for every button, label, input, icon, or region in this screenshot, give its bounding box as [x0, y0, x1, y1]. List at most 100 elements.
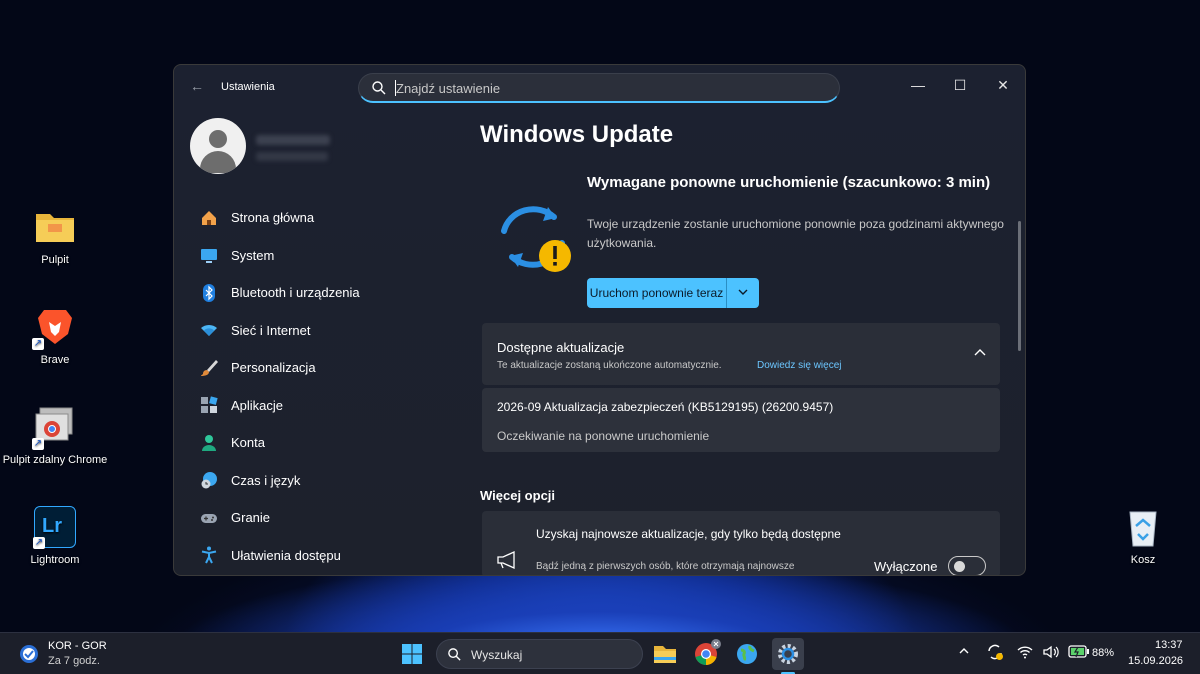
volume-icon[interactable] — [1043, 645, 1059, 662]
update-list-item: 2026-09 Aktualizacja zabezpieczeń (KB512… — [482, 388, 1000, 452]
sidebar-item-time-language[interactable]: Czas i język — [194, 462, 464, 500]
profile-email-redacted — [256, 152, 328, 161]
shortcut-arrow-icon: ↗ — [32, 338, 44, 350]
profile-name-redacted — [256, 135, 330, 145]
globe-app-icon — [737, 644, 757, 664]
weather-line-1[interactable]: KOR - GOR — [48, 640, 107, 652]
desktop-icon-lightroom[interactable]: Lr ↗ Lightroom — [0, 506, 110, 566]
option-state-label: Wyłączone — [874, 559, 938, 574]
sidebar-item-accounts[interactable]: Konta — [194, 424, 464, 462]
avatar-body — [200, 151, 236, 173]
content-scrollbar[interactable] — [1018, 221, 1021, 351]
chrome-remote-desktop-icon: ↗ — [32, 406, 76, 450]
app-title: Ustawienia — [221, 81, 275, 93]
restart-now-button[interactable]: Uruchom ponownie teraz — [587, 278, 727, 308]
option-title: Uzyskaj najnowsze aktualizacje, gdy tylk… — [536, 527, 841, 541]
status-title: Wymagane ponowne uruchomienie (szacunkow… — [587, 174, 991, 191]
taskbar-file-explorer[interactable] — [649, 638, 681, 670]
warning-icon — [539, 240, 571, 272]
settings-window: ← Ustawienia Znajdź ustawienie — ☐ ✕ Str… — [173, 64, 1026, 576]
sidebar-item-label: Personalizacja — [231, 360, 316, 376]
chrome-icon — [695, 639, 721, 665]
latest-updates-option[interactable]: Uzyskaj najnowsze aktualizacje, gdy tylk… — [482, 511, 1000, 575]
available-updates-subtitle: Te aktualizacje zostaną ukończone automa… — [497, 360, 722, 371]
latest-updates-toggle[interactable] — [948, 556, 986, 575]
globe-clock-icon — [200, 471, 218, 489]
taskbar-settings[interactable] — [772, 638, 804, 670]
clock-date[interactable]: 15.09.2026 — [1128, 655, 1183, 667]
sidebar-item-label: Strona główna — [231, 210, 315, 226]
available-updates-header[interactable]: Dostępne aktualizacje Te aktualizacje zo… — [482, 323, 1000, 385]
desktop-icon-label: Brave — [40, 354, 70, 366]
sidebar-item-label: Bluetooth i urządzenia — [231, 285, 360, 301]
weather-line-2[interactable]: Za 7 godz. — [48, 655, 100, 667]
settings-search-input[interactable]: Znajdź ustawienie — [358, 73, 840, 103]
toggle-knob — [954, 561, 965, 572]
sidebar-item-label: Granie — [231, 510, 271, 526]
more-options-title: Więcej opcji — [480, 488, 556, 503]
sidebar-item-label: System — [231, 247, 275, 263]
sidebar-item-personalization[interactable]: Personalizacja — [194, 349, 464, 387]
windows-logo-icon — [402, 644, 422, 664]
battery-icon[interactable] — [1068, 645, 1090, 661]
update-name: 2026-09 Aktualizacja zabezpieczeń (KB512… — [497, 400, 834, 414]
brave-icon: ↗ — [32, 306, 76, 350]
sidebar-item-system[interactable]: System — [194, 237, 464, 275]
chevron-up-icon[interactable] — [973, 346, 987, 360]
sidebar-item-apps[interactable]: Aplikacje — [194, 387, 464, 425]
update-tray-icon[interactable] — [986, 643, 1004, 664]
desktop-icon-kosz[interactable]: Kosz — [1088, 506, 1198, 566]
folder-icon — [34, 206, 76, 248]
brush-icon — [200, 359, 218, 377]
taskbar-search[interactable]: Wyszukaj — [436, 639, 643, 669]
start-button[interactable] — [396, 638, 428, 670]
sidebar-item-label: Sieć i Internet — [231, 322, 311, 338]
desktop-icon-chrome-remote[interactable]: ↗ Pulpit zdalny Chrome — [0, 406, 110, 466]
weather-widget-icon[interactable] — [18, 643, 40, 665]
maximize-button[interactable]: ☐ — [940, 71, 980, 99]
status-description: Twoje urządzenie zostanie uruchomione po… — [587, 217, 1004, 250]
recycle-bin-icon — [1122, 506, 1164, 548]
taskbar-app-globe[interactable] — [731, 638, 763, 670]
sidebar-item-label: Aplikacje — [231, 397, 284, 413]
battery-percent: 88% — [1092, 647, 1115, 659]
back-arrow-icon[interactable]: ← — [190, 79, 204, 93]
main-content: Windows Update Wymagane ponowne uruchomi… — [480, 111, 1021, 575]
apps-icon — [200, 396, 218, 414]
clock-time[interactable]: 13:37 — [1155, 639, 1183, 651]
desktop-icon-label: Kosz — [1130, 554, 1156, 566]
sidebar-item-gaming[interactable]: Granie — [194, 499, 464, 537]
lightroom-icon: Lr ↗ — [33, 506, 76, 549]
accessibility-icon — [200, 546, 218, 564]
sidebar-item-label: Konta — [231, 435, 265, 451]
chevron-up-icon[interactable] — [958, 645, 970, 660]
sidebar-item-network[interactable]: Sieć i Internet — [194, 312, 464, 350]
shortcut-arrow-icon: ↗ — [32, 438, 44, 450]
avatar[interactable] — [190, 118, 246, 174]
desktop-icon-label: Pulpit — [41, 254, 69, 266]
desktop-icon-label: Lightroom — [30, 554, 80, 566]
sidebar-item-accessibility[interactable]: Ułatwienia dostępu — [194, 537, 464, 575]
avatar-head — [209, 130, 227, 148]
megaphone-icon — [497, 551, 515, 569]
option-description: Bądź jedną z pierwszych osób, które otrz… — [536, 561, 795, 572]
close-button[interactable]: ✕ — [983, 71, 1023, 99]
desktop-icon-pulpit[interactable]: Pulpit — [0, 206, 110, 266]
restart-options-dropdown[interactable] — [727, 278, 759, 308]
search-placeholder: Znajdź ustawienie — [396, 81, 501, 96]
sidebar-item-home[interactable]: Strona główna — [194, 199, 464, 237]
desktop-icon-brave[interactable]: ↗ Brave — [0, 306, 110, 366]
sidebar-item-bluetooth[interactable]: Bluetooth i urządzenia — [194, 274, 464, 312]
taskbar-chrome[interactable] — [690, 638, 722, 670]
sidebar-item-label: Czas i język — [231, 472, 301, 488]
minimize-button[interactable]: — — [898, 71, 938, 99]
page-title: Windows Update — [480, 121, 674, 148]
learn-more-link[interactable]: Dowiedz się więcej — [757, 360, 841, 371]
search-icon — [448, 648, 461, 661]
wifi-icon[interactable] — [1017, 645, 1033, 662]
shortcut-arrow-icon: ↗ — [33, 537, 45, 549]
file-explorer-icon — [654, 646, 676, 663]
available-updates-title: Dostępne aktualizacje — [497, 340, 625, 355]
chevron-down-icon — [738, 289, 748, 295]
title-bar: ← Ustawienia Znajdź ustawienie — ☐ ✕ — [174, 65, 1025, 111]
